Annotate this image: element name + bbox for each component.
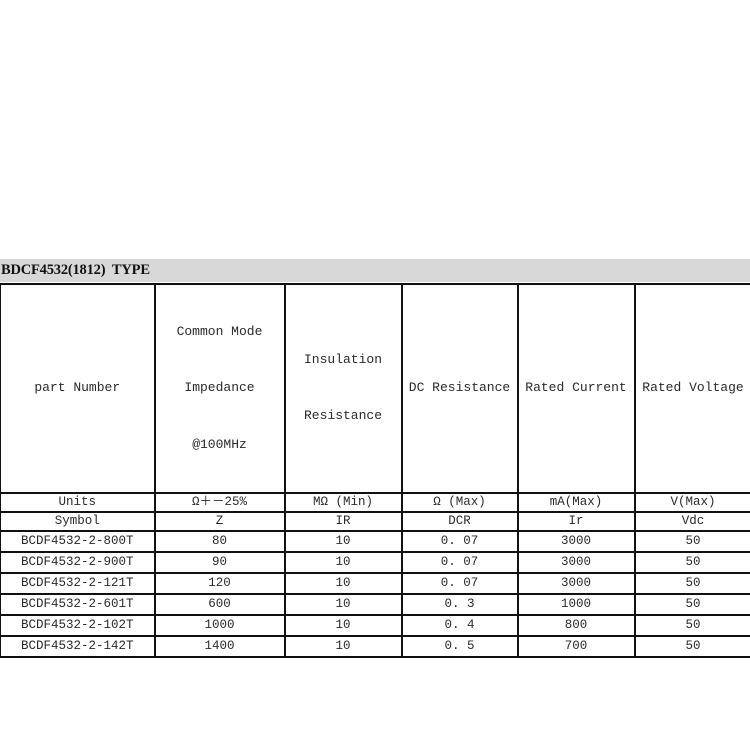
- column-header-part-number: part Number: [0, 282, 155, 495]
- cell-rated-current: 3000: [516, 551, 635, 575]
- column-header-rated-voltage: Rated Voltage: [633, 282, 750, 495]
- table-row: BCDF4532-2-601T 600 10 0. 3 1000 50: [0, 593, 750, 617]
- table-row: BCDF4532-2-800T 80 10 0. 07 3000 50: [0, 530, 750, 554]
- cell-dc-resistance: 0. 4: [400, 614, 518, 638]
- cell-impedance: 90: [153, 551, 285, 575]
- cell-impedance: 1000: [153, 614, 285, 638]
- symbol-rated-voltage: Vdc: [633, 511, 750, 533]
- cell-rated-voltage: 50: [633, 572, 750, 596]
- table-row: BCDF4532-2-142T 1400 10 0. 5 700 50: [0, 635, 750, 659]
- cell-insulation-resistance: 10: [283, 593, 402, 617]
- table-header-row: part Number Common Mode Impedance @100MH…: [0, 282, 750, 495]
- column-header-insulation-resistance: Insulation Resistance: [283, 282, 402, 495]
- column-header-line: Insulation: [303, 351, 382, 367]
- specification-table: part Number Common Mode Impedance @100MH…: [0, 282, 750, 659]
- cell-part-number: BCDF4532-2-800T: [0, 530, 155, 554]
- column-header-line: Common Mode: [176, 323, 263, 339]
- cell-rated-voltage: 50: [633, 530, 750, 554]
- cell-part-number: BCDF4532-2-121T: [0, 572, 155, 596]
- column-header-line: Resistance: [303, 408, 382, 424]
- cell-insulation-resistance: 10: [283, 572, 402, 596]
- units-insulation-resistance: MΩ (Min): [283, 492, 402, 514]
- table-symbol-row: Symbol Z IR DCR Ir Vdc: [0, 511, 750, 533]
- column-header-line: DC Resistance: [408, 380, 511, 396]
- cell-rated-current: 3000: [516, 572, 635, 596]
- cell-dc-resistance: 0. 07: [400, 551, 518, 575]
- column-header-line: @100MHz: [192, 436, 247, 452]
- section-title-text: BDCF4532(1812) TYPE: [1, 262, 150, 278]
- cell-dc-resistance: 0. 07: [400, 530, 518, 554]
- cell-rated-voltage: 50: [633, 551, 750, 575]
- table-row: BCDF4532-2-900T 90 10 0. 07 3000 50: [0, 551, 750, 575]
- section-title-band: BDCF4532(1812) TYPE: [0, 259, 750, 282]
- table-row: BCDF4532-2-121T 120 10 0. 07 3000 50: [0, 572, 750, 596]
- table-row: BCDF4532-2-102T 1000 10 0. 4 800 50: [0, 614, 750, 638]
- datasheet-page: BDCF4532(1812) TYPE part Number Common M…: [0, 0, 750, 750]
- column-header-dc-resistance: DC Resistance: [400, 282, 518, 495]
- cell-part-number: BCDF4532-2-102T: [0, 614, 155, 638]
- cell-insulation-resistance: 10: [283, 614, 402, 638]
- cell-rated-voltage: 50: [633, 614, 750, 638]
- column-header-line: Rated Current: [525, 380, 627, 396]
- cell-dc-resistance: 0. 07: [400, 572, 518, 596]
- cell-impedance: 120: [153, 572, 285, 596]
- cell-impedance: 600: [153, 593, 285, 617]
- cell-rated-current: 1000: [516, 593, 635, 617]
- units-rated-current: mA(Max): [516, 492, 635, 514]
- cell-rated-current: 800: [516, 614, 635, 638]
- units-dc-resistance: Ω (Max): [400, 492, 518, 514]
- table-units-row: Units Ω＋－25% MΩ (Min) Ω (Max) mA(Max) V(…: [0, 492, 750, 514]
- column-header-line: part Number: [34, 380, 121, 396]
- cell-part-number: BCDF4532-2-601T: [0, 593, 155, 617]
- symbol-impedance: Z: [153, 511, 285, 533]
- column-header-rated-current: Rated Current: [516, 282, 635, 495]
- cell-impedance: 80: [153, 530, 285, 554]
- cell-insulation-resistance: 10: [283, 551, 402, 575]
- cell-dc-resistance: 0. 5: [400, 635, 518, 659]
- column-header-line: Impedance: [184, 380, 255, 396]
- cell-part-number: BCDF4532-2-142T: [0, 635, 155, 659]
- cell-insulation-resistance: 10: [283, 635, 402, 659]
- cell-rated-voltage: 50: [633, 593, 750, 617]
- cell-dc-resistance: 0. 3: [400, 593, 518, 617]
- cell-insulation-resistance: 10: [283, 530, 402, 554]
- column-header-line: Rated Voltage: [642, 380, 744, 396]
- symbol-dc-resistance: DCR: [400, 511, 518, 533]
- symbol-label: Symbol: [0, 511, 155, 533]
- symbol-rated-current: Ir: [516, 511, 635, 533]
- cell-impedance: 1400: [153, 635, 285, 659]
- column-header-impedance: Common Mode Impedance @100MHz: [153, 282, 285, 495]
- units-label: Units: [0, 492, 155, 514]
- cell-rated-current: 700: [516, 635, 635, 659]
- cell-rated-voltage: 50: [633, 635, 750, 659]
- units-rated-voltage: V(Max): [633, 492, 750, 514]
- cell-part-number: BCDF4532-2-900T: [0, 551, 155, 575]
- symbol-insulation-resistance: IR: [283, 511, 402, 533]
- cell-rated-current: 3000: [516, 530, 635, 554]
- units-impedance: Ω＋－25%: [153, 492, 285, 514]
